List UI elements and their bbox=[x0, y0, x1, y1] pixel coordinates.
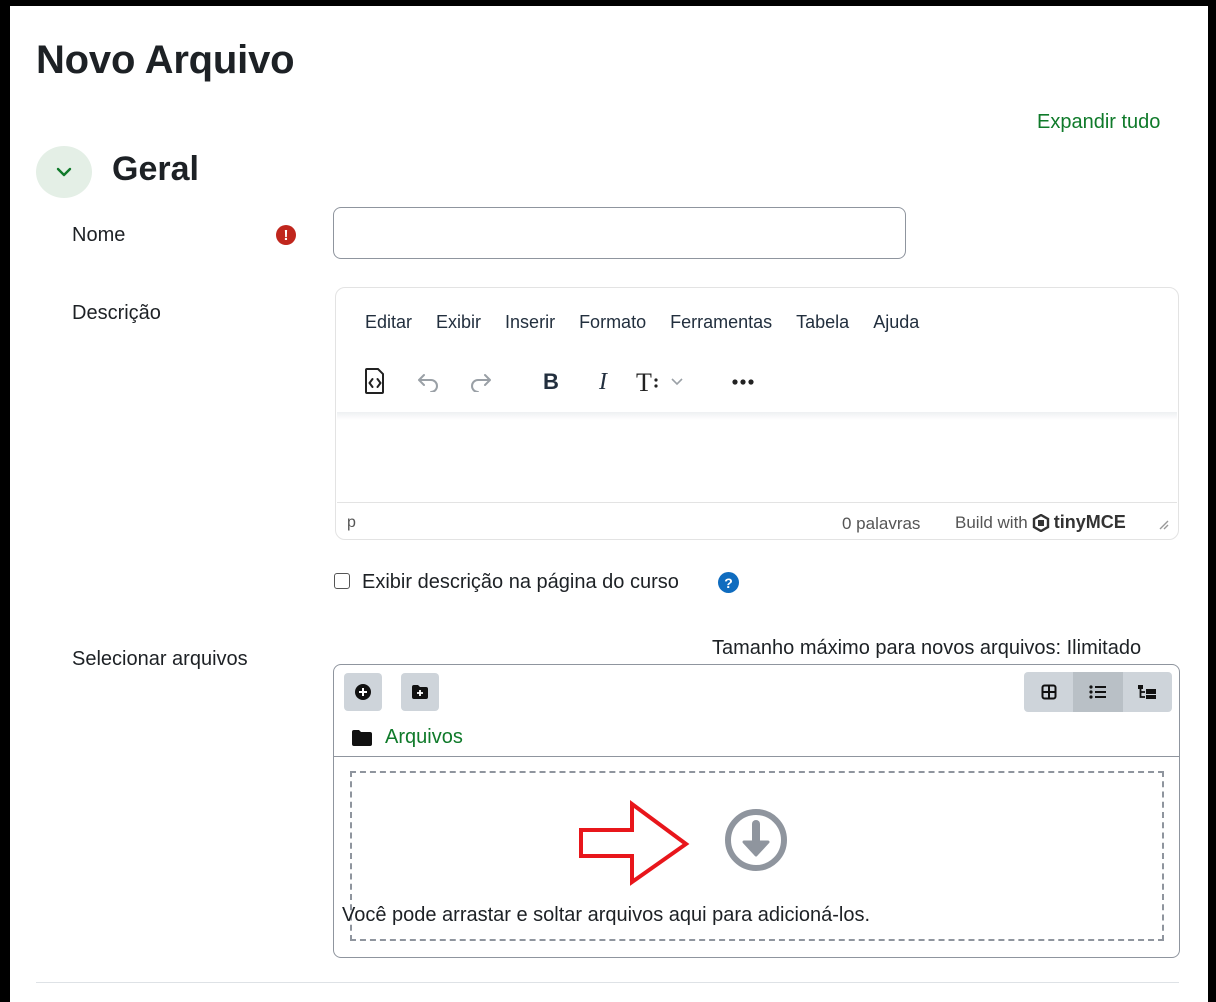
show-description-label[interactable]: Exibir descrição na página do curso bbox=[362, 571, 679, 594]
tinymce-brand: tinyMCE bbox=[1053, 512, 1126, 532]
section-title: Geral bbox=[112, 150, 199, 188]
toolbar-shadow bbox=[337, 412, 1177, 420]
chevron-down-icon bbox=[56, 167, 72, 177]
editor-statusbar-divider bbox=[337, 502, 1177, 503]
show-description-checkbox[interactable] bbox=[334, 573, 350, 589]
svg-text:T: T bbox=[636, 368, 652, 397]
breadcrumb: Arquivos bbox=[351, 726, 463, 749]
powered-by-text: Build with bbox=[955, 512, 1028, 532]
file-picker-divider bbox=[334, 756, 1179, 757]
menu-tabela[interactable]: Tabela bbox=[796, 312, 849, 333]
add-file-button[interactable] bbox=[344, 673, 382, 711]
download-circle-icon bbox=[725, 809, 787, 871]
section-divider bbox=[36, 982, 1179, 983]
list-view-icon[interactable] bbox=[1073, 672, 1123, 712]
plus-circle-icon bbox=[355, 684, 371, 700]
annotation-arrow-icon bbox=[579, 800, 690, 886]
tinymce-logo-icon bbox=[1032, 513, 1049, 532]
tree-view-icon[interactable] bbox=[1123, 672, 1172, 712]
text-size-icon[interactable]: T bbox=[634, 366, 690, 398]
italic-icon[interactable]: I bbox=[588, 366, 618, 398]
word-count[interactable]: 0 palavras bbox=[842, 514, 920, 534]
editor-element-path[interactable]: p bbox=[347, 514, 356, 532]
name-input[interactable] bbox=[333, 207, 906, 259]
expand-all-link[interactable]: Expandir tudo bbox=[1037, 111, 1160, 134]
more-icon[interactable] bbox=[726, 368, 760, 396]
source-code-icon[interactable] bbox=[362, 365, 388, 397]
powered-by[interactable]: Build with tinyMCE bbox=[955, 512, 1126, 533]
folder-link[interactable]: Arquivos bbox=[385, 726, 463, 749]
section-collapse-button[interactable] bbox=[36, 146, 92, 198]
menu-formato[interactable]: Formato bbox=[579, 312, 646, 333]
create-folder-button[interactable] bbox=[401, 673, 439, 711]
required-icon: ! bbox=[276, 225, 296, 245]
menu-inserir[interactable]: Inserir bbox=[505, 312, 555, 333]
max-file-size: Tamanho máximo para novos arquivos: Ilim… bbox=[712, 637, 1142, 659]
name-label: Nome bbox=[72, 224, 126, 246]
view-mode-group bbox=[1024, 672, 1172, 712]
select-files-label: Selecionar arquivos bbox=[72, 648, 248, 670]
help-icon[interactable]: ? bbox=[718, 572, 739, 593]
folder-icon bbox=[352, 729, 372, 746]
bold-icon[interactable]: B bbox=[536, 366, 566, 398]
editor-content-area[interactable] bbox=[337, 420, 1177, 500]
undo-icon[interactable] bbox=[413, 368, 443, 396]
grid-view-icon[interactable] bbox=[1024, 672, 1073, 712]
folder-plus-icon bbox=[412, 685, 428, 699]
description-label: Descrição bbox=[72, 302, 161, 324]
drop-zone-message: Você pode arrastar e soltar arquivos aqu… bbox=[341, 904, 871, 926]
page-title: Novo Arquivo bbox=[36, 38, 295, 82]
menu-editar[interactable]: Editar bbox=[365, 312, 412, 333]
drop-zone-text: Você pode arrastar e soltar arquivos aqu… bbox=[0, 904, 1216, 927]
redo-icon[interactable] bbox=[466, 368, 496, 396]
editor-menubar: Editar Exibir Inserir Formato Ferramenta… bbox=[365, 312, 943, 333]
menu-ajuda[interactable]: Ajuda bbox=[873, 312, 919, 333]
menu-ferramentas[interactable]: Ferramentas bbox=[670, 312, 772, 333]
menu-exibir[interactable]: Exibir bbox=[436, 312, 481, 333]
resize-handle-icon[interactable] bbox=[1157, 518, 1169, 530]
